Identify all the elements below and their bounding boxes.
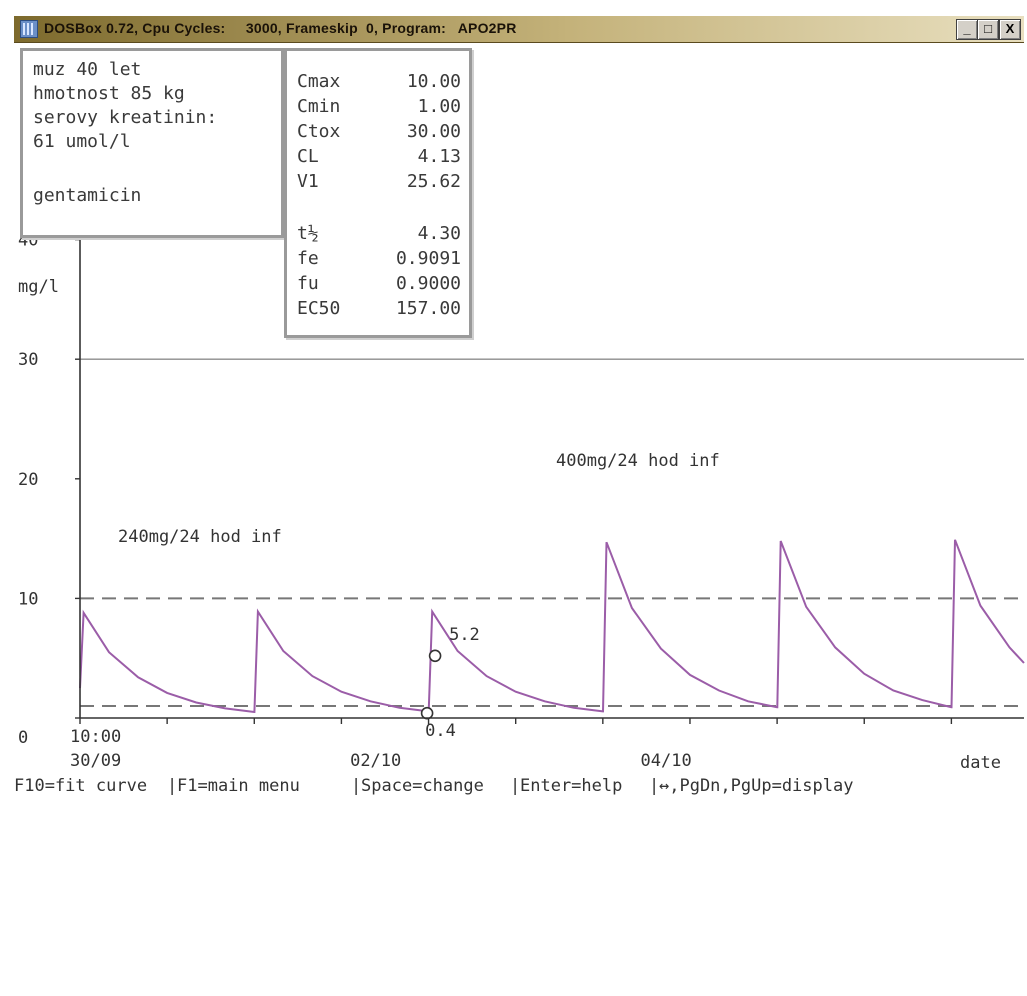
parameter-value: 10.00 <box>406 71 461 92</box>
patient-info-line: muz 40 let <box>33 59 142 80</box>
parameter-value: 30.00 <box>406 121 461 142</box>
patient-info-line: serovy kreatinin: <box>33 107 218 128</box>
main-menu-command[interactable]: F1=main menu <box>177 776 300 796</box>
parameter-row: Ctox 30.00 <box>297 121 461 145</box>
separator: | <box>649 776 660 796</box>
y-axis-label: mg/l <box>18 277 59 297</box>
parameter-row: EC50 157.00 <box>297 298 461 322</box>
patient-info-line: hmotnost 85 kg <box>33 83 185 104</box>
measured-point-label: 5.2 <box>449 625 480 645</box>
y-tick-label: 30 <box>18 350 38 370</box>
parameter-name: V1 <box>297 171 319 192</box>
separator: | <box>510 776 521 796</box>
parameter-row: fu 0.9000 <box>297 273 461 297</box>
x-tick-date-label: 30/09 <box>70 751 121 771</box>
measured-point-label: 0.4 <box>425 721 456 741</box>
patient-info-panel: muz 40 let hmotnost 85 kg serovy kreatinin… <box>20 48 284 238</box>
pk-parameters-panel: Cmax 10.00 Cmin 1.00 Ctox 30.00 CL 4.13 V1 25.62 t… <box>284 48 472 338</box>
parameter-value: 1.00 <box>417 96 461 117</box>
x-tick-date-label: 02/10 <box>350 751 401 771</box>
x-tick-date-label: 04/10 <box>641 751 692 771</box>
parameter-name: EC50 <box>297 298 341 319</box>
parameter-value: 157.00 <box>395 298 461 319</box>
change-command[interactable]: Space=change <box>361 776 484 796</box>
measured-point-marker <box>428 649 442 663</box>
parameter-name: fu <box>297 273 319 294</box>
y-tick-label: 10 <box>18 589 38 609</box>
fit-curve-command[interactable]: F10=fit curve <box>14 776 147 796</box>
y-tick-label: 0 <box>18 728 28 748</box>
regimen-annotation: 240mg/24 hod inf <box>118 527 282 547</box>
separator: | <box>351 776 362 796</box>
patient-info-line: 61 umol/l <box>33 131 131 152</box>
parameter-row: Cmax 10.00 <box>297 71 461 95</box>
parameter-row: t½ 4.30 <box>297 223 461 247</box>
patient-info-line: gentamicin <box>33 185 142 206</box>
x-tick-time-label: 10:00 <box>70 727 121 747</box>
concentration-curve <box>79 539 1025 713</box>
parameter-row: Cmin 1.00 <box>297 96 461 120</box>
parameter-value: 0.9000 <box>395 273 461 294</box>
status-bar: F10=fit curve | F1=main menu | Space=cha… <box>14 776 1024 798</box>
display-navigation-command[interactable]: ↔,PgDn,PgUp=display <box>659 776 853 796</box>
parameter-name: Ctox <box>297 121 341 142</box>
parameter-name: fe <box>297 248 319 269</box>
measured-point-marker <box>420 706 434 720</box>
parameter-value: 4.13 <box>417 146 461 167</box>
parameter-name: t½ <box>297 223 319 244</box>
parameter-value: 4.30 <box>417 223 461 244</box>
help-command[interactable]: Enter=help <box>520 776 622 796</box>
regimen-annotation: 400mg/24 hod inf <box>556 451 720 471</box>
parameter-name: Cmax <box>297 71 341 92</box>
parameter-value: 25.62 <box>406 171 461 192</box>
y-tick-label: 20 <box>18 470 38 490</box>
parameter-value: 0.9091 <box>395 248 461 269</box>
parameter-row: V1 25.62 <box>297 171 461 195</box>
dosbox-window: DOSBox 0.72, Cpu Cycles: 3000, Frameskip… <box>0 0 1027 800</box>
parameter-name: CL <box>297 146 319 167</box>
x-axis-label: date <box>960 753 1001 773</box>
parameter-row: CL 4.13 <box>297 146 461 170</box>
parameter-name: Cmin <box>297 96 341 117</box>
parameter-row: fe 0.9091 <box>297 248 461 272</box>
separator: | <box>167 776 178 796</box>
